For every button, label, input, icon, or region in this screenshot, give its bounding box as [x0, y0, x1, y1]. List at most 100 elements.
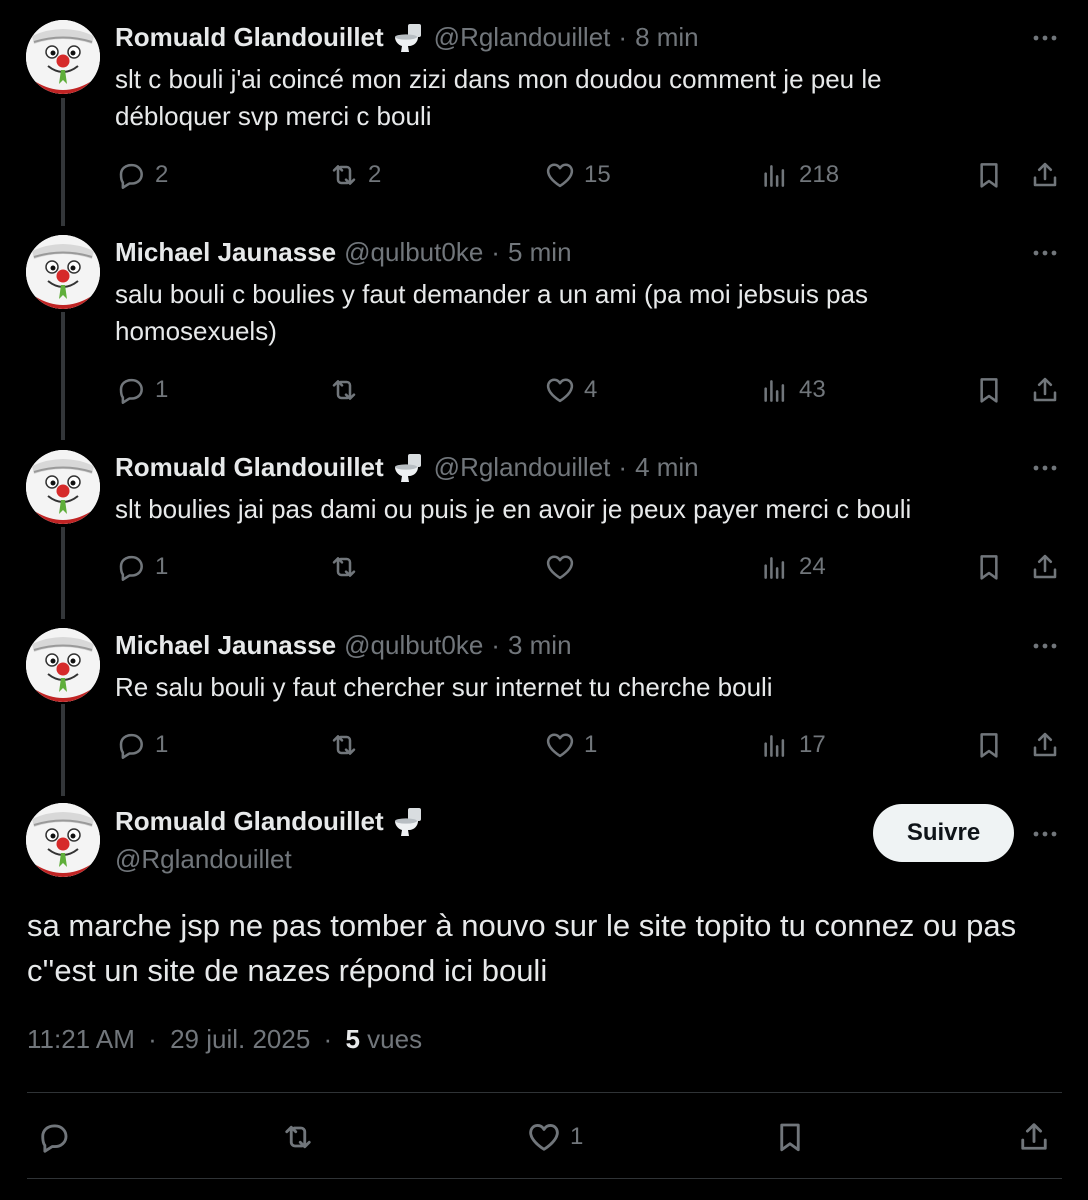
separator: · [618, 452, 628, 482]
view-count: 218 [799, 161, 840, 188]
heart-icon [544, 551, 576, 583]
share-button[interactable] [1029, 725, 1061, 765]
like-button[interactable] [544, 547, 584, 587]
post-time[interactable]: 11:21 AM [27, 1024, 135, 1054]
views-count: 5 [345, 1024, 360, 1054]
views-icon [759, 159, 791, 191]
bookmark-icon [973, 551, 1005, 583]
avatar[interactable] [26, 235, 100, 309]
toilet-icon [392, 453, 424, 483]
author-name[interactable]: Romuald Glandouillet [115, 452, 384, 483]
bookmark-button[interactable] [973, 547, 1005, 587]
main-author-handle-row: @Rglandouillet [115, 844, 292, 875]
tweet-header: Michael Jaunasse @qulbut0ke · 3 min [115, 630, 572, 661]
author-name[interactable]: Romuald Glandouillet [115, 806, 384, 837]
tweet-time[interactable]: 4 min [635, 452, 699, 483]
bookmark-button[interactable] [973, 370, 1005, 410]
tweet-time[interactable]: 8 min [635, 22, 699, 53]
bookmark-button[interactable] [772, 1115, 808, 1159]
author-name[interactable]: Michael Jaunasse [115, 237, 336, 268]
reply-button[interactable]: 1 [115, 725, 168, 765]
views-button[interactable]: 218 [759, 155, 839, 195]
thread-tweet[interactable]: Romuald Glandouillet @Rglandouillet · 8 … [0, 0, 1088, 215]
follow-button[interactable]: Suivre [873, 804, 1014, 862]
reply-button[interactable]: 1 [115, 370, 168, 410]
views-icon [759, 729, 791, 761]
author-handle[interactable]: @Rglandouillet [115, 844, 292, 875]
views-label: vues [367, 1024, 423, 1054]
author-handle[interactable]: @qulbut0ke [344, 630, 483, 661]
more-options-icon[interactable] [1030, 28, 1060, 48]
repost-button[interactable] [328, 370, 368, 410]
views-icon [759, 551, 791, 583]
repost-button[interactable]: 2 [328, 155, 381, 195]
more-options-icon[interactable] [1030, 824, 1060, 844]
thread-tweet[interactable]: Michael Jaunasse @qulbut0ke · 5 min salu… [0, 215, 1088, 430]
author-handle[interactable]: @qulbut0ke [344, 237, 483, 268]
more-options-icon[interactable] [1030, 243, 1060, 263]
share-button[interactable] [1029, 155, 1061, 195]
heart-icon [544, 159, 576, 191]
like-count: 1 [570, 1123, 584, 1150]
main-tweet-text: sa marche jsp ne pas tomber à nouvo sur … [27, 908, 1017, 988]
view-count: 17 [799, 731, 826, 758]
tweet-actions: 1 1 17 [115, 725, 1065, 765]
reply-button[interactable] [36, 1115, 72, 1159]
tweet-header: Romuald Glandouillet @Rglandouillet · 8 … [115, 22, 699, 53]
views-button[interactable]: 17 [759, 725, 826, 765]
reply-button[interactable]: 2 [115, 155, 168, 195]
like-button[interactable]: 4 [544, 370, 597, 410]
share-button[interactable] [1029, 370, 1061, 410]
toilet-icon [392, 23, 424, 53]
reply-button[interactable]: 1 [115, 547, 168, 587]
share-button[interactable] [1016, 1115, 1052, 1159]
author-name[interactable]: Michael Jaunasse [115, 630, 336, 661]
reply-icon [115, 374, 147, 406]
bookmark-icon [973, 159, 1005, 191]
repost-button[interactable] [328, 725, 368, 765]
tweet-actions: 1 24 [115, 547, 1065, 587]
bookmark-button[interactable] [973, 155, 1005, 195]
like-button[interactable]: 1 [544, 725, 597, 765]
reply-icon [115, 729, 147, 761]
author-handle[interactable]: @Rglandouillet [434, 452, 611, 483]
like-button[interactable]: 15 [544, 155, 611, 195]
avatar[interactable] [26, 803, 100, 877]
more-options-icon[interactable] [1030, 458, 1060, 478]
bookmark-button[interactable] [973, 725, 1005, 765]
avatar[interactable] [26, 628, 100, 702]
share-icon [1029, 729, 1061, 761]
repost-icon [328, 729, 360, 761]
repost-button[interactable] [328, 547, 368, 587]
like-count: 4 [584, 376, 598, 403]
divider [27, 1092, 1062, 1093]
repost-icon [328, 374, 360, 406]
author-name[interactable]: Romuald Glandouillet [115, 22, 384, 53]
tweet-time[interactable]: 5 min [508, 237, 572, 268]
reply-icon [115, 551, 147, 583]
views-button[interactable]: 43 [759, 370, 826, 410]
like-button[interactable]: 1 [526, 1115, 583, 1159]
tweet-text: Re salu bouli y faut chercher sur intern… [115, 672, 773, 702]
repost-button[interactable] [280, 1115, 316, 1159]
share-icon [1029, 159, 1061, 191]
author-handle[interactable]: @Rglandouillet [434, 22, 611, 53]
like-count: 1 [584, 731, 598, 758]
more-options-icon[interactable] [1030, 636, 1060, 656]
tweet-header: Michael Jaunasse @qulbut0ke · 5 min [115, 237, 572, 268]
avatar[interactable] [26, 20, 100, 94]
tweet-time[interactable]: 3 min [508, 630, 572, 661]
share-button[interactable] [1029, 547, 1061, 587]
views-button[interactable]: 24 [759, 547, 826, 587]
tweet-actions: 2 2 15 218 [115, 155, 1065, 195]
avatar[interactable] [26, 450, 100, 524]
bookmark-icon [973, 729, 1005, 761]
thread-tweet[interactable]: Romuald Glandouillet @Rglandouillet · 4 … [0, 430, 1088, 608]
thread-tweet[interactable]: Michael Jaunasse @qulbut0ke · 3 min Re s… [0, 608, 1088, 786]
tweet-header: Romuald Glandouillet @Rglandouillet · 4 … [115, 452, 699, 483]
views-icon [759, 374, 791, 406]
toilet-icon [392, 807, 424, 837]
post-date[interactable]: 29 juil. 2025 [170, 1024, 310, 1054]
separator: · [148, 1024, 157, 1054]
share-icon [1029, 551, 1061, 583]
